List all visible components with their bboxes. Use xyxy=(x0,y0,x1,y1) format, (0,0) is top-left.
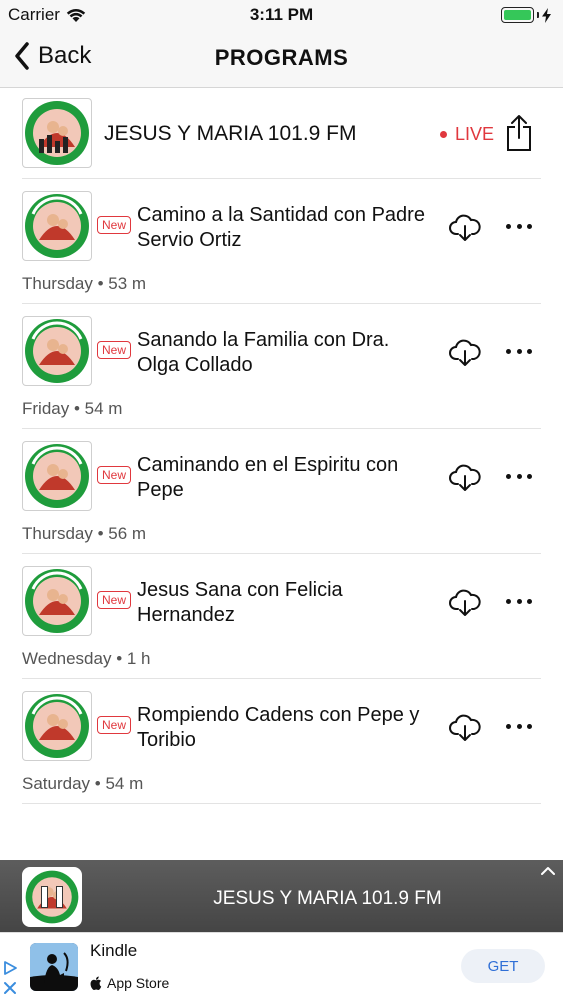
episode-title: Jesus Sana con Felicia Hernandez xyxy=(137,579,343,626)
new-badge: New xyxy=(97,466,132,484)
more-options-icon[interactable] xyxy=(506,340,532,362)
episode-row[interactable]: New Rompiendo Cadens con Pepe y Toribio Sa… xyxy=(22,679,541,804)
navigation-bar: Back PROGRAMS xyxy=(0,30,563,88)
status-time: 3:11 PM xyxy=(249,5,314,24)
episode-thumbnail xyxy=(22,566,92,636)
download-icon[interactable] xyxy=(449,714,481,742)
pause-icon[interactable] xyxy=(41,886,63,908)
ad-banner[interactable]: Kindle App Store GET xyxy=(0,932,563,1000)
player-title: JESUS Y MARIA 101.9 FM xyxy=(213,888,442,909)
episode-meta: Thursday • 53 m xyxy=(22,274,147,293)
episode-meta: Thursday • 56 m xyxy=(22,524,147,543)
episode-thumbnail xyxy=(22,191,92,261)
share-icon[interactable] xyxy=(504,114,534,152)
battery-icon xyxy=(501,7,534,23)
station-logo xyxy=(22,98,92,168)
new-badge: New xyxy=(97,216,132,234)
status-bar: Carrier 3:11 PM xyxy=(0,0,563,30)
new-badge: New xyxy=(97,716,132,734)
episode-meta: Wednesday • 1 h xyxy=(22,649,151,668)
live-station-row[interactable]: JESUS Y MARIA 101.9 FM LIVE xyxy=(22,88,541,179)
more-options-icon[interactable] xyxy=(506,715,532,737)
ad-store-label: App Store xyxy=(90,975,169,991)
episode-row[interactable]: New Jesus Sana con Felicia Hernandez Wedne… xyxy=(22,554,541,679)
kindle-app-icon xyxy=(30,943,78,991)
download-icon[interactable] xyxy=(449,339,481,367)
more-options-icon[interactable] xyxy=(506,590,532,612)
apple-icon xyxy=(90,976,102,990)
episode-title: Caminando en el Espiritu con Pepe xyxy=(137,454,399,501)
episode-thumbnail xyxy=(22,441,92,511)
station-name: JESUS Y MARIA 101.9 FM xyxy=(104,122,357,145)
download-icon[interactable] xyxy=(449,589,481,617)
chevron-up-icon[interactable] xyxy=(541,866,555,876)
episode-title: Rompiendo Cadens con Pepe y Toribio xyxy=(137,704,420,751)
page-title: PROGRAMS xyxy=(214,45,349,70)
player-station-logo xyxy=(22,867,82,927)
new-badge: New xyxy=(97,591,132,609)
new-badge: New xyxy=(97,341,132,359)
battery-group xyxy=(501,7,551,23)
episode-title: Sanando la Familia con Dra. Olga Collado xyxy=(137,329,390,376)
live-dot-icon xyxy=(440,131,447,138)
episode-thumbnail xyxy=(22,691,92,761)
episode-meta: Friday • 54 m xyxy=(22,399,123,418)
ad-app-name: Kindle xyxy=(90,941,138,960)
episode-meta: Saturday • 54 m xyxy=(22,774,144,793)
episode-row[interactable]: New Camino a la Santidad con Padre Servio… xyxy=(22,179,541,304)
download-icon[interactable] xyxy=(449,214,481,242)
ad-store-name: App Store xyxy=(107,975,170,991)
close-icon[interactable] xyxy=(2,980,18,996)
episode-thumbnail xyxy=(22,316,92,386)
now-playing-bar[interactable]: JESUS Y MARIA 101.9 FM xyxy=(0,860,563,932)
more-options-icon[interactable] xyxy=(506,215,532,237)
live-indicator: LIVE xyxy=(440,124,494,145)
get-button[interactable]: GET xyxy=(461,949,545,983)
episode-row[interactable]: New Caminando en el Espiritu con Pepe Thur… xyxy=(22,429,541,554)
bolt-icon xyxy=(542,7,551,23)
episode-title: Camino a la Santidad con Padre Servio Or… xyxy=(137,204,425,251)
download-icon[interactable] xyxy=(449,464,481,492)
programs-list: JESUS Y MARIA 101.9 FM LIVE New Camino a … xyxy=(0,88,563,804)
episode-row[interactable]: New Sanando la Familia con Dra. Olga Coll… xyxy=(22,304,541,429)
more-options-icon[interactable] xyxy=(506,465,532,487)
live-label: LIVE xyxy=(455,124,495,144)
adchoices-icon[interactable] xyxy=(2,960,18,1000)
